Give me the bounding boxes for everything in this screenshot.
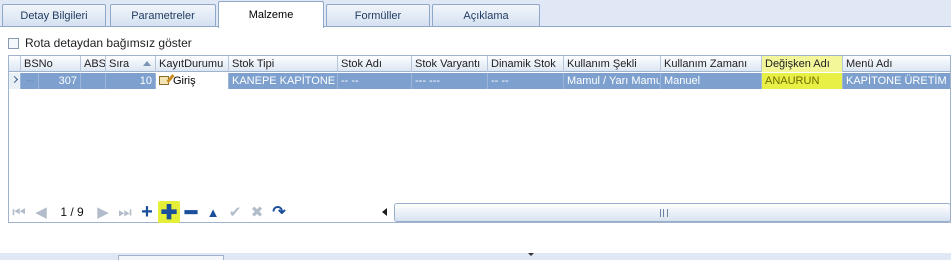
tab-formuller[interactable]: Formüller	[326, 4, 430, 27]
cell-absn[interactable]	[81, 73, 106, 89]
edit-icon	[159, 76, 169, 85]
cell-kullanim-zamani[interactable]: Manuel	[661, 73, 762, 89]
add-icon[interactable]: +	[136, 201, 158, 223]
first-icon[interactable]: ⏮	[8, 201, 30, 223]
cancel-icon[interactable]: ✖	[246, 201, 268, 223]
refresh-icon[interactable]: ↷	[268, 201, 290, 223]
col-header-kayit-durumu[interactable]: KayıtDurumu	[156, 56, 229, 72]
col-header-degisken-adi[interactable]: Değişken Adı	[762, 56, 843, 72]
malzeme-panel: Rota detaydan bağımsız göster BSNo ABSN …	[0, 27, 951, 260]
scroll-left-icon[interactable]	[382, 208, 387, 216]
cell-menu-adi[interactable]: KAPİTONE ÜRETİM	[843, 73, 950, 89]
page-indicator: 1 / 9	[60, 205, 84, 219]
table-row[interactable]: ···· 307 10 Giriş KANEPE KAPİTONE -- -- …	[9, 73, 950, 89]
col-header-menu-adi[interactable]: Menü Adı	[843, 56, 950, 72]
bottom-strip	[0, 253, 951, 260]
cell-kayit-durumu[interactable]: Giriş	[156, 73, 229, 89]
col-header-dinamik-stok[interactable]: Dinamik Stok	[488, 56, 564, 72]
scroll-thumb[interactable]	[394, 203, 951, 222]
row-indicator-icon	[9, 73, 21, 89]
tab-malzeme[interactable]: Malzeme	[218, 1, 324, 28]
col-header-stok-adi[interactable]: Stok Adı	[338, 56, 412, 72]
cell-stok-tipi[interactable]: KANEPE KAPİTONE	[229, 73, 338, 89]
cell-bsno[interactable]: 307	[39, 73, 81, 89]
cell-sira[interactable]: 10	[106, 73, 156, 89]
tab-detay-bilgileri[interactable]: Detay Bilgileri	[2, 4, 106, 27]
add-child-icon[interactable]: ✚	[158, 201, 180, 224]
tab-bar: Detay Bilgileri Parametreler Malzeme For…	[0, 0, 951, 28]
data-navigator: ⏮ ◀ 1 / 9 ▶ ⏭ + ✚ ━ ▲ ✔ ✖ ↷	[8, 199, 388, 225]
cell-kayit-durumu-text: Giriş	[173, 75, 196, 87]
col-header-bsno[interactable]: BSNo	[21, 56, 81, 72]
cell-stok-adi[interactable]: -- --	[338, 73, 412, 89]
cell-kullanim-sekli[interactable]: Mamul / Yarı Mamul	[564, 73, 661, 89]
horizontal-scrollbar[interactable]	[378, 202, 951, 223]
cell-degisken-adi[interactable]: ANAURUN	[762, 73, 843, 89]
col-header-stok-varyanti[interactable]: Stok Varyantı	[412, 56, 488, 72]
tab-parametreler[interactable]: Parametreler	[110, 4, 216, 27]
material-grid: BSNo ABSN Sıra KayıtDurumu Stok Tipi Sto…	[8, 55, 951, 223]
col-header-stok-tipi[interactable]: Stok Tipi	[229, 56, 338, 72]
tab-aciklama[interactable]: Açıklama	[432, 4, 540, 27]
next-icon[interactable]: ▶	[92, 201, 114, 223]
independent-checkbox-label: Rota detaydan bağımsız göster	[25, 36, 192, 50]
col-header-absn[interactable]: ABSN	[81, 56, 106, 72]
bottom-tab-lip	[118, 255, 224, 260]
independent-checkbox-row[interactable]: Rota detaydan bağımsız göster	[8, 35, 192, 51]
independent-checkbox[interactable]	[8, 37, 19, 49]
indicator-header	[9, 56, 21, 72]
grid-header: BSNo ABSN Sıra KayıtDurumu Stok Tipi Sto…	[9, 56, 950, 72]
remove-icon[interactable]: ━	[180, 201, 202, 224]
col-header-sira-label: Sıra	[109, 58, 130, 70]
col-header-sira[interactable]: Sıra	[106, 56, 156, 72]
last-icon[interactable]: ⏭	[114, 201, 136, 223]
sort-ascending-icon	[143, 61, 151, 66]
up-icon[interactable]: ▲	[202, 201, 224, 223]
col-header-kullanim-zamani[interactable]: Kullanım Zamanı	[661, 56, 762, 72]
splitter-caret-icon[interactable]	[528, 253, 534, 256]
prev-icon[interactable]: ◀	[30, 201, 52, 223]
cell-dinamik-stok[interactable]: -- --	[488, 73, 564, 89]
grip-icon	[660, 209, 668, 217]
check-icon[interactable]: ✔	[224, 201, 246, 223]
col-header-kullanim-sekli[interactable]: Kullanım Şekli	[564, 56, 661, 72]
tree-dots: ····	[21, 73, 39, 89]
cell-stok-varyanti[interactable]: --- ---	[412, 73, 488, 89]
